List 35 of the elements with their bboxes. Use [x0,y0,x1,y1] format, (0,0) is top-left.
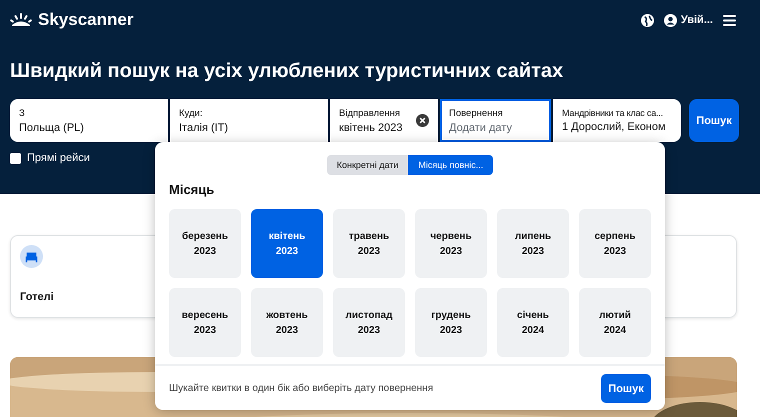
clear-icon[interactable] [416,114,429,127]
month-tile[interactable]: квітень 2023 [251,209,323,278]
month-tile[interactable]: серпень 2023 [579,209,651,278]
month-tile[interactable]: вересень 2023 [169,288,241,357]
search-button[interactable]: Пошук [689,99,739,142]
menu-icon[interactable] [723,14,736,26]
month-tile[interactable]: березень 2023 [169,209,241,278]
bed-icon [20,245,43,268]
search-field[interactable]: Повернення Додати дату [440,99,551,142]
search-field[interactable]: З Польща (PL) [10,99,168,142]
search-field[interactable]: Відправлення квітень 2023 [330,99,438,142]
month-tile[interactable]: жовтень 2023 [251,288,323,357]
month-tile[interactable]: грудень 2023 [415,288,487,357]
logo-text[interactable]: Skyscanner [38,10,134,30]
login-button[interactable]: Увій... [664,14,713,26]
tab[interactable]: Конкретні дати [326,155,408,175]
month-tile[interactable]: листопад 2023 [333,288,405,357]
search-field[interactable]: Куди: Італія (IT) [170,99,328,142]
checkbox[interactable] [10,152,21,164]
month-tile[interactable]: лютий 2024 [579,288,651,357]
checkbox-label[interactable]: Прямі рейси [27,152,90,164]
search-field[interactable]: Мандрівники та клас са... 1 Дорослий, Економ [553,99,681,142]
page-heading: Швидкий пошук на усіх улюблених туристичних сайтах [10,60,564,83]
logo-icon [10,13,32,27]
globe-icon[interactable] [640,14,654,26]
tab[interactable]: Місяць повніс... [408,155,494,175]
hint-text: Шукайте квитки в один бік або виберіть дату повернення [169,383,434,394]
month-tile[interactable]: травень 2023 [333,209,405,278]
search-button[interactable]: Пошук [601,374,651,403]
month-tile[interactable]: січень 2024 [497,288,569,357]
card-title: Готелі [20,291,55,305]
section-title: Місяць [169,182,216,197]
month-tile[interactable]: липень 2023 [497,209,569,278]
user-icon [664,14,677,26]
month-tile[interactable]: червень 2023 [415,209,487,278]
